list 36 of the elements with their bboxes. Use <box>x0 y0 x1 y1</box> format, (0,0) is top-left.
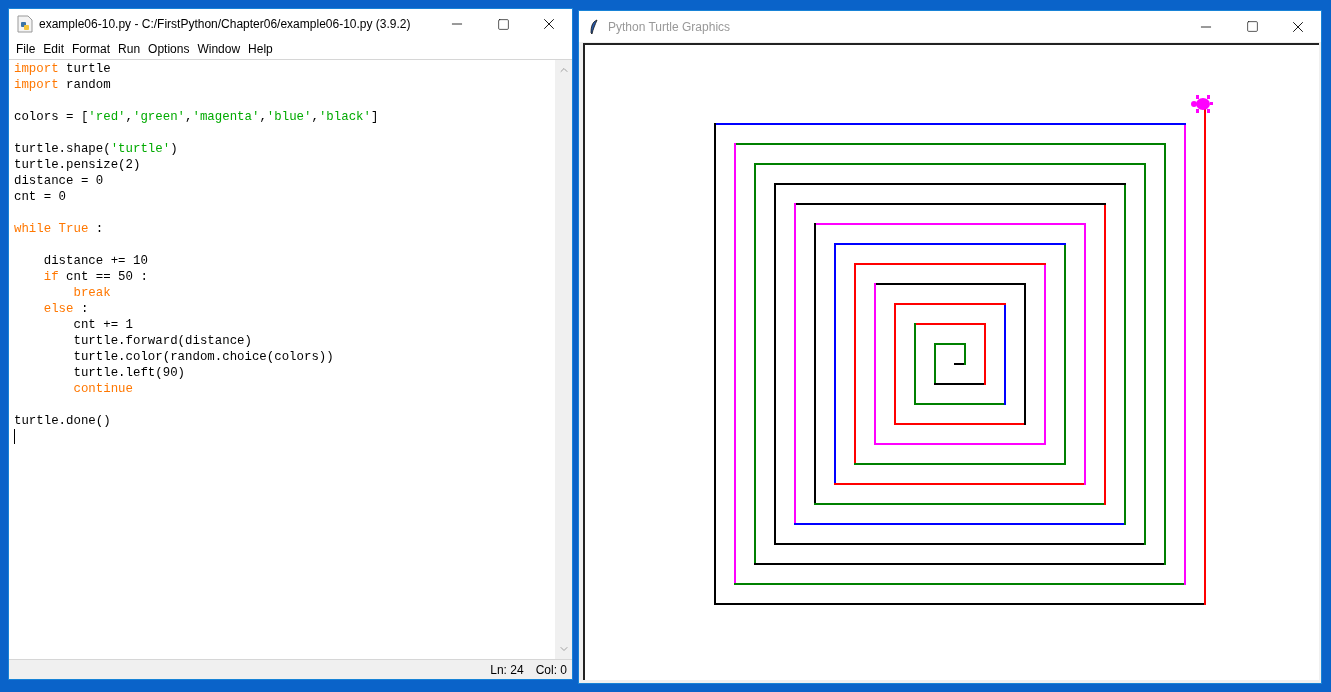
code-line: continue <box>72 381 133 397</box>
code-line: if cnt == 50 : <box>42 269 148 285</box>
code-line: turtle.forward(distance) <box>72 333 252 349</box>
code-line: while True : <box>14 221 104 237</box>
vertical-scrollbar[interactable] <box>555 60 572 659</box>
code-line: distance += 10 <box>42 253 148 269</box>
python-file-icon <box>17 15 33 33</box>
code-line: break <box>72 285 111 301</box>
window-title: example06-10.py - C:/FirstPython/Chapter06/example06-10.py (3.9.2) <box>39 16 412 33</box>
menu-item[interactable]: Run <box>114 39 145 59</box>
menu-item[interactable]: Edit <box>39 39 69 59</box>
code-line: cnt = 0 <box>14 189 67 205</box>
column-status: Col: 0 <box>535 661 567 679</box>
code-line: else : <box>42 301 89 317</box>
menu-item[interactable]: Help <box>244 39 277 59</box>
code-line: turtle.pensize(2) <box>14 157 141 173</box>
menu-item[interactable]: Options <box>144 39 194 59</box>
code-line: import random <box>14 77 111 93</box>
code-line: distance = 0 <box>14 173 104 189</box>
code-line: turtle.left(90) <box>72 365 186 381</box>
code-line: turtle.color(random.choice(colors)) <box>72 349 334 365</box>
code-line: turtle.shape('turtle') <box>14 141 178 157</box>
menu-item[interactable]: Format <box>68 39 115 59</box>
code-line: cnt += 1 <box>72 317 133 333</box>
text-cursor <box>14 429 15 444</box>
window-title: Python Turtle Graphics <box>608 18 732 36</box>
feather-icon <box>589 18 599 35</box>
code-line: colors = ['red','green','magenta','blue','black'] <box>14 109 379 125</box>
menu-item[interactable]: File <box>12 39 40 59</box>
maximize-icon[interactable] <box>1245 20 1259 33</box>
code-line: turtle.done() <box>14 413 111 429</box>
maximize-icon[interactable] <box>496 17 510 31</box>
menu-item[interactable]: Window <box>193 39 245 59</box>
line-number-status: Ln: 24 <box>490 661 524 679</box>
code-line: import turtle <box>14 61 111 77</box>
turtle-icon <box>1191 95 1213 113</box>
